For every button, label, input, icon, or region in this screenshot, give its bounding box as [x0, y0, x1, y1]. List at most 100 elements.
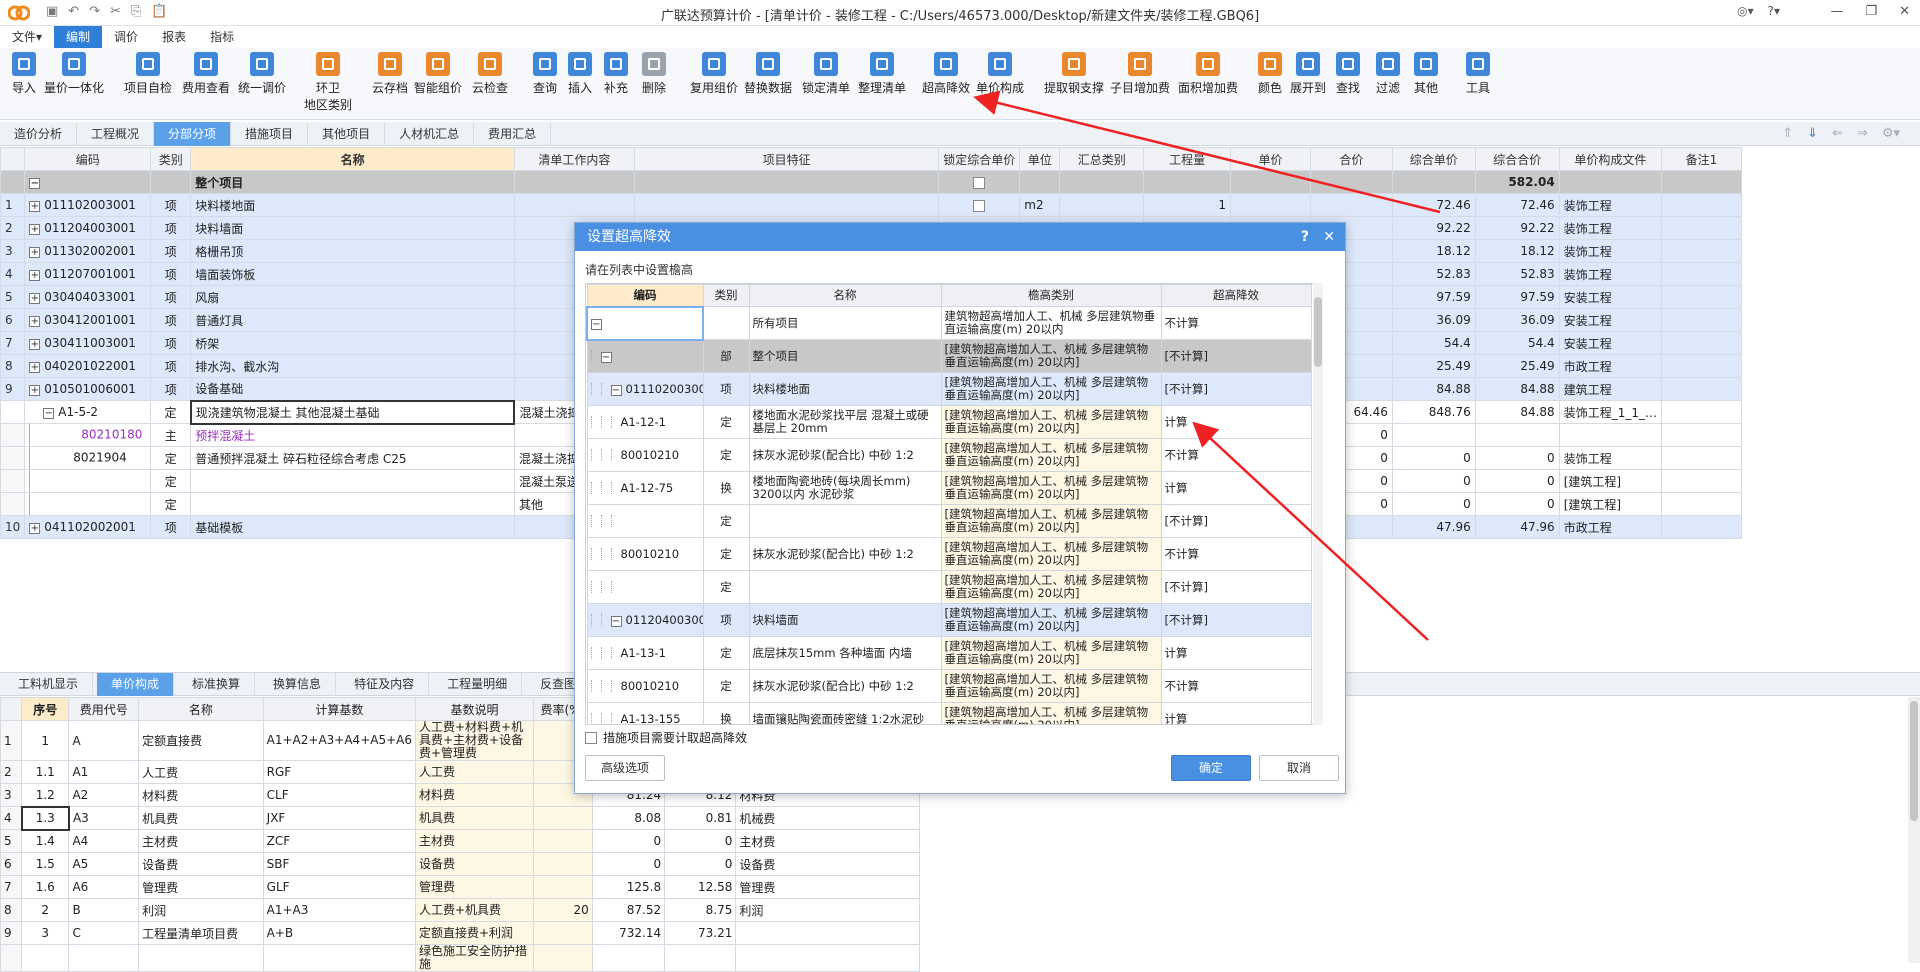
rate-cell[interactable]: [532, 875, 593, 899]
ribbon-env-button[interactable]: 环卫 地区类别: [304, 52, 352, 113]
code-cell[interactable]: +011204003001: [24, 216, 152, 240]
column-header[interactable]: 单位: [1019, 147, 1061, 171]
grid-cell[interactable]: [1558, 170, 1662, 194]
base-cell[interactable]: A1+A2+A3+A4+A5+A6: [262, 720, 417, 761]
ribbon-color-button[interactable]: 颜色: [1258, 52, 1282, 96]
column-header[interactable]: 工程量: [1143, 147, 1232, 171]
ribbon-tools-button[interactable]: 工具: [1466, 52, 1490, 96]
super-height-effect-cell[interactable]: 不计算: [1160, 669, 1312, 703]
height-category-cell[interactable]: [建筑物超高增加人工、机械 多层建筑物垂直运输高度(m) 20以内]: [940, 669, 1162, 703]
type-cell[interactable]: 项: [150, 239, 192, 263]
row-number[interactable]: 6: [0, 852, 23, 876]
collapse-icon[interactable]: −: [43, 408, 55, 419]
ribbon-replace-data-button[interactable]: 替换数据: [744, 52, 792, 96]
advanced-options-button[interactable]: 高级选项: [585, 755, 665, 781]
dialog-code-cell[interactable]: −: [586, 339, 704, 373]
tree-toggle-icon[interactable]: −: [610, 384, 622, 396]
name-cell[interactable]: 格栅吊顶: [190, 239, 515, 263]
ok-button[interactable]: 确定: [1171, 755, 1251, 781]
tab-3[interactable]: 措施项目: [231, 122, 309, 146]
base-cell[interactable]: JXF: [262, 806, 417, 830]
name-cell[interactable]: 整个项目: [190, 170, 515, 194]
file-cell[interactable]: 装饰工程: [1558, 262, 1662, 286]
total-cell[interactable]: 84.88: [1474, 400, 1560, 424]
grid-cell[interactable]: [1019, 170, 1061, 194]
total-cell[interactable]: 52.83: [1474, 262, 1560, 286]
dialog-code-cell[interactable]: −: [586, 305, 704, 341]
ribbon-other-button[interactable]: 其他: [1414, 52, 1438, 96]
row-number[interactable]: 4: [0, 806, 23, 830]
dialog-help-icon[interactable]: ?: [1301, 223, 1309, 251]
unit-price-cell[interactable]: 72.46: [1391, 193, 1476, 217]
type-cell[interactable]: 主材费: [735, 829, 920, 853]
type-cell[interactable]: 项: [150, 285, 192, 309]
remark-cell[interactable]: [1660, 285, 1743, 309]
super-height-effect-cell[interactable]: 不计算: [1160, 537, 1312, 571]
desc-cell[interactable]: 人工费+机具费: [415, 898, 534, 922]
menu-report[interactable]: 报表: [150, 26, 198, 48]
ribbon-cloud-save-button[interactable]: 云存档: [372, 52, 408, 96]
grid-cell[interactable]: [1660, 170, 1743, 194]
remark-cell[interactable]: [1660, 469, 1743, 493]
total-cell[interactable]: 54.4: [1474, 331, 1560, 355]
height-category-cell[interactable]: [建筑物超高增加人工、机械 多层建筑物垂直运输高度(m) 20以内]: [940, 372, 1162, 406]
expand-icon[interactable]: +: [29, 339, 41, 350]
seq-cell[interactable]: 3: [21, 921, 70, 945]
height-category-cell[interactable]: [建筑物超高增加人工、机械 多层建筑物垂直运输高度(m) 20以内]: [940, 405, 1162, 439]
desc-cell[interactable]: 设备费: [415, 852, 534, 876]
tab-0[interactable]: 造价分析: [0, 122, 78, 146]
dialog-close-icon[interactable]: ✕: [1323, 223, 1335, 251]
rate-cell[interactable]: [532, 921, 593, 945]
type-cell[interactable]: 机械费: [735, 806, 920, 830]
lock-cell[interactable]: [938, 170, 1021, 194]
seq-cell[interactable]: 2: [21, 898, 70, 922]
seq-cell[interactable]: 1.3: [20, 805, 70, 831]
menu-file[interactable]: 文件▾: [0, 26, 54, 48]
code-cell[interactable]: +010501006001: [24, 377, 152, 401]
type-cell[interactable]: 设备费: [735, 852, 920, 876]
type-cell[interactable]: 定: [150, 446, 192, 470]
menu-index[interactable]: 指标: [198, 26, 246, 48]
unit-price-cell[interactable]: 84.88: [1391, 377, 1476, 401]
row-number[interactable]: 7: [0, 875, 23, 899]
unit-price-cell[interactable]: 0: [1391, 446, 1476, 470]
move-left-icon[interactable]: ⇐: [1832, 126, 1843, 141]
row-number[interactable]: 2: [0, 760, 23, 784]
column-header[interactable]: 锁定综合单价: [938, 147, 1021, 171]
code-cell[interactable]: −: [24, 170, 152, 194]
value-cell[interactable]: 8.08: [591, 806, 666, 830]
dialog-column-header[interactable]: 檐高类别: [940, 284, 1162, 307]
value-cell[interactable]: 0: [591, 852, 666, 876]
desc-cell[interactable]: 定额直接费+利润: [415, 921, 534, 945]
base-cell[interactable]: A+B: [262, 921, 417, 945]
menu-edit[interactable]: 编制: [54, 26, 103, 48]
column-header[interactable]: 单价: [1230, 147, 1311, 171]
super-height-effect-cell[interactable]: 不计算: [1160, 438, 1312, 472]
grid-cell[interactable]: [1230, 170, 1311, 194]
unit-price-cell[interactable]: 47.96: [1391, 515, 1476, 539]
expand-icon[interactable]: +: [29, 362, 41, 373]
remark-cell[interactable]: [1660, 423, 1743, 447]
code-cell[interactable]: [24, 469, 152, 493]
dialog-code-cell[interactable]: A1-12-1: [586, 405, 704, 439]
desc-cell[interactable]: 材料费: [415, 783, 534, 807]
amount-cell[interactable]: [1309, 193, 1393, 217]
column-header[interactable]: 名称: [138, 697, 264, 721]
unit-price-cell[interactable]: 92.22: [1391, 216, 1476, 240]
remark-cell[interactable]: [1660, 308, 1743, 332]
row-number[interactable]: 1: [0, 720, 23, 761]
column-header[interactable]: 基数说明: [415, 697, 534, 721]
ribbon-tidy-list-button[interactable]: 整理清单: [858, 52, 906, 96]
tab-4[interactable]: 特征及内容: [340, 673, 430, 696]
super-height-effect-cell[interactable]: [不计算]: [1160, 570, 1312, 604]
super-height-effect-cell[interactable]: [不计算]: [1160, 372, 1312, 406]
name-cell[interactable]: 桥架: [190, 331, 515, 355]
ribbon-sub-fee-button[interactable]: 子目增加费: [1110, 52, 1170, 96]
qty-cell[interactable]: 1: [1143, 193, 1232, 217]
column-header[interactable]: 清单工作内容: [513, 147, 635, 171]
file-cell[interactable]: 装饰工程_1_1_…: [1558, 400, 1662, 424]
ribbon-area-fee-button[interactable]: 面积增加费: [1178, 52, 1238, 96]
row-number[interactable]: [0, 492, 26, 516]
remark-cell[interactable]: [1660, 216, 1743, 240]
row-number[interactable]: 9: [0, 377, 26, 401]
